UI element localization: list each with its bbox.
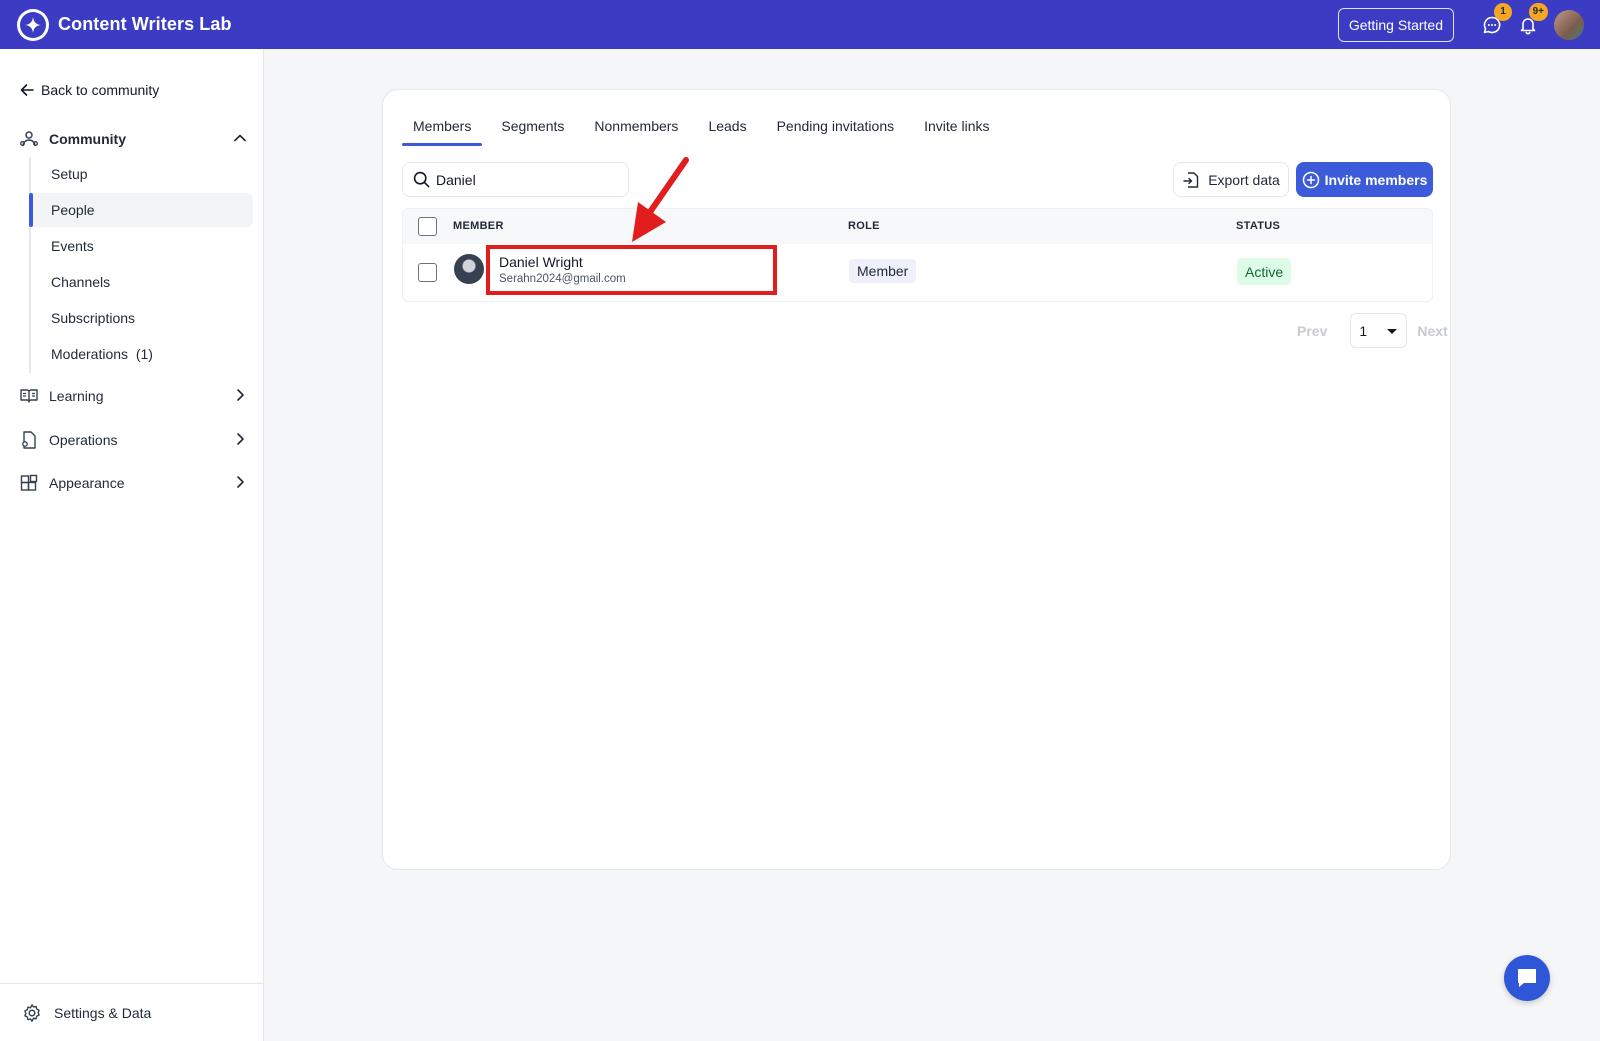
user-avatar[interactable] xyxy=(1554,9,1584,40)
people-tabs: Members Segments Nonmembers Leads Pendin… xyxy=(402,114,1008,146)
gear-icon xyxy=(24,1003,40,1022)
app-name: Content Writers Lab xyxy=(58,14,232,34)
settings-data-label: Settings & Data xyxy=(54,1004,152,1021)
brand[interactable]: Content Writers Lab xyxy=(17,8,232,41)
chevron-up-icon[interactable] xyxy=(232,130,248,146)
prev-page-button[interactable]: Prev xyxy=(1297,323,1327,339)
chevron-right-icon[interactable] xyxy=(232,387,248,403)
sidebar-section-operations[interactable]: Operations xyxy=(18,429,248,451)
back-link-label: Back to community xyxy=(41,82,160,98)
sparkle-logo-icon xyxy=(17,8,49,41)
pagination: Prev 1 Next xyxy=(1297,313,1448,348)
community-icon xyxy=(18,128,40,150)
status-badge: Active xyxy=(1237,258,1292,285)
page-number: 1 xyxy=(1359,322,1368,339)
search-input[interactable] xyxy=(436,171,616,188)
search-icon xyxy=(413,171,430,188)
page-select[interactable]: 1 xyxy=(1350,313,1408,348)
tab-segments[interactable]: Segments xyxy=(490,114,575,146)
export-file-icon xyxy=(1183,171,1199,188)
tab-pending-invitations[interactable]: Pending invitations xyxy=(766,114,906,146)
document-icon xyxy=(18,429,40,451)
table-row[interactable]: Daniel Wright Serahn2024@gmail.com Membe… xyxy=(403,244,1432,302)
annotation-arrow-icon xyxy=(632,157,689,242)
next-page-button[interactable]: Next xyxy=(1417,323,1447,339)
export-data-button[interactable]: Export data xyxy=(1173,162,1289,197)
column-role: ROLE xyxy=(848,220,880,232)
invite-members-button[interactable]: Invite members xyxy=(1296,162,1433,197)
notifications-button[interactable]: 9+ xyxy=(1516,2,1548,37)
sidebar-section-learning[interactable]: Learning xyxy=(18,385,248,407)
column-status: STATUS xyxy=(1236,220,1281,232)
appearance-section-label: Appearance xyxy=(49,475,125,491)
book-icon xyxy=(18,385,40,407)
operations-section-label: Operations xyxy=(49,432,118,448)
settings-data-link[interactable]: Settings & Data xyxy=(0,983,263,1041)
sidebar-item-channels[interactable]: Channels xyxy=(31,265,253,299)
chat-bubble-icon xyxy=(1518,969,1536,987)
export-data-label: Export data xyxy=(1208,171,1280,188)
widgets-icon xyxy=(18,472,40,494)
messages-badge: 1 xyxy=(1494,2,1512,21)
sidebar-section-appearance[interactable]: Appearance xyxy=(18,472,248,494)
people-panel: Members Segments Nonmembers Leads Pendin… xyxy=(382,89,1451,870)
tab-invite-links[interactable]: Invite links xyxy=(913,114,1000,146)
chevron-right-icon[interactable] xyxy=(232,431,248,447)
member-avatar[interactable] xyxy=(454,254,484,284)
plus-circle-icon xyxy=(1302,171,1319,188)
sidebar-item-events[interactable]: Events xyxy=(31,229,253,263)
tab-members[interactable]: Members xyxy=(402,114,483,146)
invite-members-label: Invite members xyxy=(1324,171,1428,188)
back-to-community-link[interactable]: Back to community xyxy=(20,82,159,98)
sidebar-item-moderations[interactable]: Moderations (1) xyxy=(31,337,253,371)
top-bar: Content Writers Lab Getting Started 1 9+ xyxy=(0,0,1600,49)
member-search[interactable] xyxy=(402,162,629,197)
tab-nonmembers[interactable]: Nonmembers xyxy=(583,114,689,146)
community-section-label: Community xyxy=(49,131,126,147)
arrow-left-icon xyxy=(20,84,34,96)
column-member: MEMBER xyxy=(453,220,504,232)
members-table: MEMBER ROLE STATUS Daniel Wright Serahn2… xyxy=(402,208,1433,302)
notifications-badge: 9+ xyxy=(1528,2,1548,21)
select-all-checkbox[interactable] xyxy=(418,217,437,236)
sidebar-section-community[interactable]: Community xyxy=(18,128,248,150)
chevron-right-icon[interactable] xyxy=(232,474,248,490)
sidebar-item-people[interactable]: People xyxy=(29,193,253,227)
table-header: MEMBER ROLE STATUS xyxy=(403,209,1432,244)
learning-section-label: Learning xyxy=(49,388,104,404)
annotation-highlight-box xyxy=(486,245,777,295)
sidebar-item-setup[interactable]: Setup xyxy=(31,157,253,191)
sidebar: Back to community Community Setup People… xyxy=(0,49,264,1041)
row-checkbox[interactable] xyxy=(418,263,437,282)
getting-started-button[interactable]: Getting Started xyxy=(1337,7,1454,42)
community-subnav: Setup People Events Channels Subscriptio… xyxy=(29,157,253,373)
messages-button[interactable]: 1 xyxy=(1480,2,1512,37)
caret-down-icon xyxy=(1387,329,1398,334)
support-chat-button[interactable] xyxy=(1504,955,1550,1001)
sidebar-item-subscriptions[interactable]: Subscriptions xyxy=(31,301,253,335)
role-badge: Member xyxy=(849,259,917,283)
tab-leads[interactable]: Leads xyxy=(697,114,757,146)
